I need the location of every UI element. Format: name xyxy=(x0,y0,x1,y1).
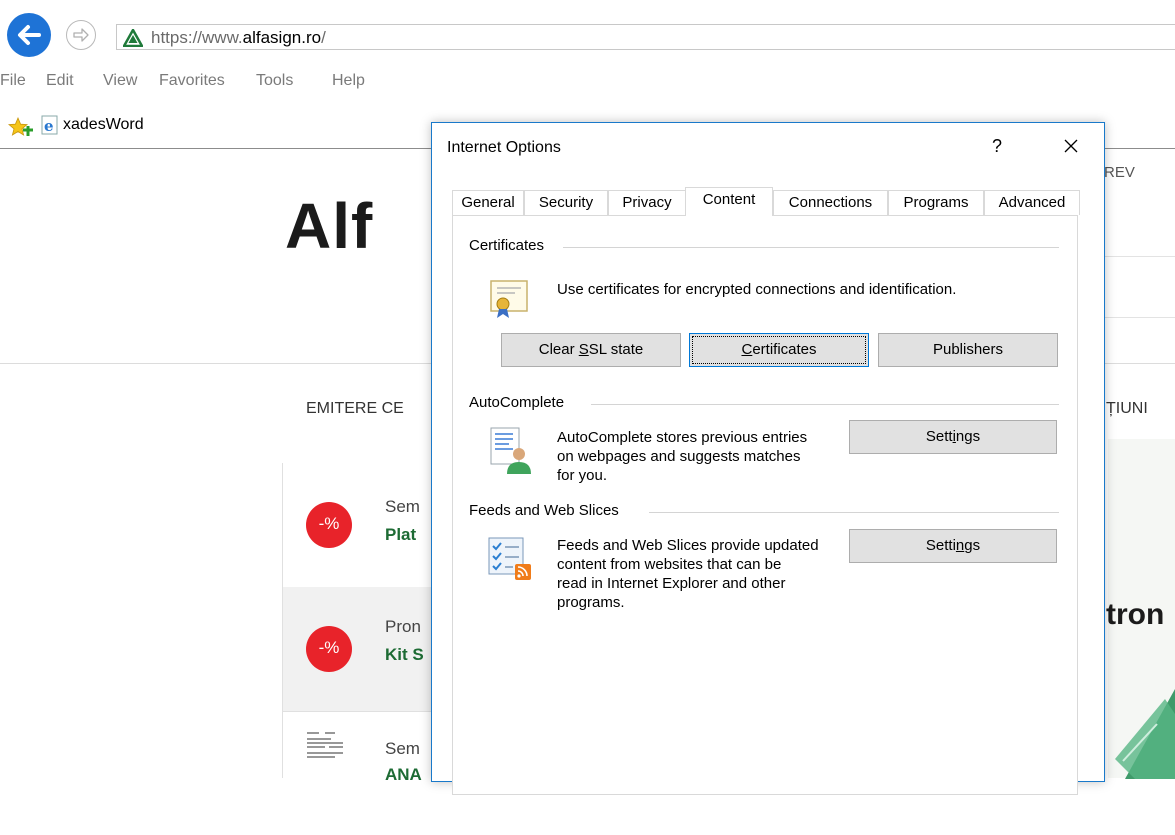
certificates-heading: Certificates xyxy=(469,237,553,254)
clear-ssl-label-post: SL state xyxy=(588,341,644,358)
menu-view[interactable]: View xyxy=(103,72,137,90)
promo-kicker: Sem xyxy=(385,739,420,758)
promo-list: -% Sem Plat -% Pron Kit S Sem ANA xyxy=(282,463,443,784)
tab-connections[interactable]: Connections xyxy=(773,190,888,215)
discount-badge-text: -% xyxy=(318,514,340,533)
url-scheme: https://www. xyxy=(151,28,243,47)
svg-text:e: e xyxy=(44,117,54,135)
promo-item[interactable]: Sem ANA xyxy=(283,711,443,835)
address-bar[interactable]: https://www.alfasign.ro/ xyxy=(116,24,1175,50)
autocomplete-settings-button[interactable]: Settings xyxy=(849,420,1057,454)
site-favicon-icon xyxy=(123,29,143,47)
publishers-button[interactable]: Publishers xyxy=(878,333,1058,367)
forward-button[interactable] xyxy=(66,20,96,50)
forward-arrow-icon xyxy=(73,28,89,42)
certificates-label-accel: C xyxy=(741,341,753,358)
clear-ssl-state-button[interactable]: Clear SSL state xyxy=(501,333,681,367)
group-divider xyxy=(591,404,1059,405)
menu-favorites[interactable]: Favorites xyxy=(159,72,225,90)
promo-title[interactable]: Plat xyxy=(385,525,416,545)
nav-item-emitere[interactable]: EMITERE CE xyxy=(306,400,404,418)
discount-badge: -% xyxy=(305,625,353,673)
feeds-line-1: Feeds and Web Slices provide updated xyxy=(557,537,819,554)
fd-settings-pre: Setti xyxy=(925,537,956,554)
document-thumbnail-icon xyxy=(305,729,345,763)
autocomplete-line-2: on webpages and suggests matches xyxy=(557,448,801,465)
ac-settings-pre: Sett xyxy=(925,428,953,445)
dialog-title: Internet Options xyxy=(447,139,561,156)
navigation-row: https://www.alfasign.ro/ xyxy=(0,0,1175,66)
fd-settings-accel: n xyxy=(955,537,965,554)
ac-settings-post: ngs xyxy=(955,428,981,445)
clear-ssl-label-accel: S xyxy=(578,341,589,358)
certificates-description: Use certificates for encrypted connectio… xyxy=(557,281,957,298)
tab-programs[interactable]: Programs xyxy=(888,190,984,215)
back-button[interactable] xyxy=(7,13,51,57)
feeds-line-2: content from websites that can be xyxy=(557,556,782,573)
tab-content[interactable]: Content xyxy=(685,187,773,216)
url-path: / xyxy=(321,28,326,47)
feeds-icon xyxy=(488,537,531,580)
autocomplete-line-1: AutoComplete stores previous entries xyxy=(557,429,808,446)
internet-options-dialog: Internet Options ? General Security Priv… xyxy=(431,122,1105,795)
autocomplete-heading: AutoComplete xyxy=(469,394,573,411)
group-divider xyxy=(649,512,1059,513)
menu-edit[interactable]: Edit xyxy=(46,72,74,90)
promo-title[interactable]: ANA xyxy=(385,765,422,785)
nav-item-right[interactable]: ȚIUNI xyxy=(1106,400,1148,418)
url-host: alfasign.ro xyxy=(242,28,322,47)
promo-item[interactable]: -% Pron Kit S xyxy=(283,587,443,712)
discount-badge: -% xyxy=(305,501,353,549)
menu-help[interactable]: Help xyxy=(332,72,365,90)
favorite-link-xadesword[interactable]: xadesWord xyxy=(63,116,144,134)
group-divider xyxy=(563,247,1059,248)
help-button[interactable]: ? xyxy=(987,136,1007,157)
close-button[interactable] xyxy=(1054,131,1088,161)
promo-title[interactable]: Kit S xyxy=(385,645,424,665)
feeds-heading: Feeds and Web Slices xyxy=(469,502,627,519)
header-rule xyxy=(1093,256,1175,257)
promo-kicker: Sem xyxy=(385,497,420,516)
feeds-line-3: read in Internet Explorer and other xyxy=(557,575,786,592)
side-banner-title: tron xyxy=(1106,598,1165,631)
clear-ssl-label-pre: Clear xyxy=(538,341,579,358)
back-arrow-icon xyxy=(18,25,41,45)
add-favorites-star-icon[interactable] xyxy=(8,117,34,139)
tab-general[interactable]: General xyxy=(452,190,524,215)
ie-page-icon: e xyxy=(41,115,58,135)
tab-strip: General Security Privacy Content Connect… xyxy=(452,187,1080,216)
tab-advanced[interactable]: Advanced xyxy=(984,190,1080,215)
discount-badge-text: -% xyxy=(318,638,340,657)
menu-file[interactable]: File xyxy=(0,72,26,90)
fd-settings-post: gs xyxy=(964,537,981,554)
certificates-button[interactable]: Certificates xyxy=(689,333,869,367)
product-image-icon xyxy=(1115,689,1175,779)
autocomplete-icon xyxy=(490,427,531,474)
top-right-link[interactable]: REV xyxy=(1104,164,1135,181)
autocomplete-line-3: for you. xyxy=(557,467,608,484)
header-rule xyxy=(1093,317,1175,318)
tab-security[interactable]: Security xyxy=(524,190,608,215)
url-text[interactable]: https://www.alfasign.ro/ xyxy=(151,28,326,48)
feeds-line-4: programs. xyxy=(557,594,625,611)
certificate-icon xyxy=(490,280,528,318)
tab-privacy[interactable]: Privacy xyxy=(608,190,686,215)
feeds-settings-button[interactable]: Settings xyxy=(849,529,1057,563)
promo-kicker: Pron xyxy=(385,617,421,636)
certificates-label-post: ertificates xyxy=(752,341,817,358)
menu-tools[interactable]: Tools xyxy=(256,72,293,90)
promo-item[interactable]: -% Sem Plat xyxy=(283,463,443,588)
content-tab-panel: Certificates Use certificates for encryp… xyxy=(452,215,1078,795)
close-icon xyxy=(1064,139,1078,153)
site-logo[interactable]: Alf xyxy=(285,189,373,263)
